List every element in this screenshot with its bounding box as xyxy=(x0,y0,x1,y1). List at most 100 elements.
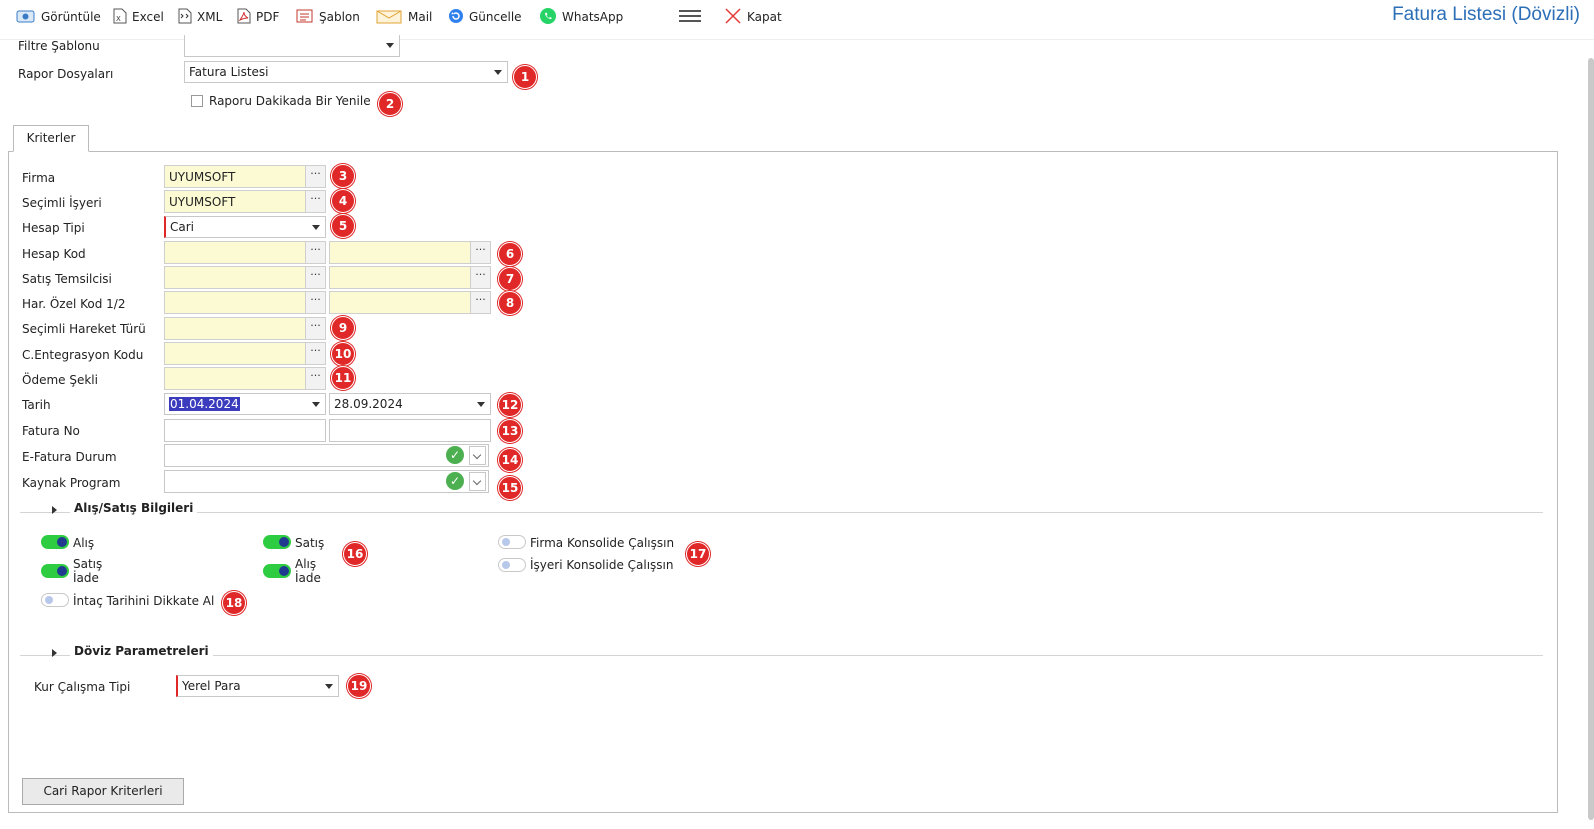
refresh-every-minute-label: Raporu Dakikada Bir Yenile xyxy=(209,94,371,108)
badge-6: 6 xyxy=(498,242,522,266)
intac-toggle[interactable] xyxy=(41,593,69,607)
whatsapp-button[interactable]: WhatsApp xyxy=(539,6,623,28)
badge-7: 7 xyxy=(498,267,522,291)
tarih-to-picker[interactable]: 28.09.2024 xyxy=(329,393,491,415)
badge-4: 4 xyxy=(331,189,355,213)
hesap-kod-from-lookup[interactable]: ··· xyxy=(164,241,326,264)
ellipsis-icon[interactable]: ··· xyxy=(305,368,325,389)
hareket-turu-lookup[interactable]: ··· xyxy=(164,317,326,340)
expand-triangle-icon[interactable] xyxy=(52,506,57,514)
firma-konsolide-toggle[interactable] xyxy=(498,535,526,549)
refresh-every-minute-checkbox[interactable] xyxy=(191,95,203,107)
refresh-icon xyxy=(448,8,464,27)
badge-10: 10 xyxy=(331,342,355,366)
chevron-down-icon[interactable] xyxy=(469,472,486,491)
ellipsis-icon[interactable]: ··· xyxy=(305,292,325,313)
toolbar: Görüntüle X Excel XML PDF Şablon Mail Gü… xyxy=(0,0,1594,40)
badge-3: 3 xyxy=(331,164,355,188)
satis-temsilcisi-to-lookup[interactable]: ··· xyxy=(329,266,491,289)
view-icon xyxy=(16,8,36,27)
tab-criteria[interactable]: Kriterler xyxy=(13,125,89,152)
ellipsis-icon[interactable]: ··· xyxy=(305,267,325,288)
close-button[interactable]: Kapat xyxy=(724,6,782,28)
hesap-tipi-select[interactable]: Cari xyxy=(164,216,326,238)
efatura-multiselect[interactable]: ✓ xyxy=(164,444,489,467)
isyeri-konsolide-toggle[interactable] xyxy=(498,558,526,572)
odeme-label: Ödeme Şekli xyxy=(22,373,98,387)
checkmark-icon[interactable]: ✓ xyxy=(446,446,464,464)
satis-toggle[interactable] xyxy=(263,535,291,549)
badge-18: 18 xyxy=(222,591,246,615)
odeme-lookup[interactable]: ··· xyxy=(164,367,326,390)
kur-value: Yerel Para xyxy=(182,679,241,693)
satis-iade-toggle[interactable] xyxy=(41,564,69,578)
cari-rapor-kriterleri-button[interactable]: Cari Rapor Kriterleri xyxy=(22,778,184,805)
tarih-to-value: 28.09.2024 xyxy=(334,397,403,411)
report-files-label: Rapor Dosyaları xyxy=(18,67,114,81)
hareket-turu-label: Seçimli Hareket Türü xyxy=(22,322,146,336)
fatura-no-from-input[interactable] xyxy=(164,419,326,442)
view-button[interactable]: Görüntüle xyxy=(16,6,101,28)
ellipsis-icon[interactable]: ··· xyxy=(470,292,490,313)
chevron-down-icon[interactable] xyxy=(469,446,486,465)
close-icon xyxy=(724,7,742,28)
vertical-scrollbar[interactable] xyxy=(1588,58,1594,820)
xml-button[interactable]: XML xyxy=(178,6,222,28)
template-label: Şablon xyxy=(319,10,360,24)
hesap-kod-label: Hesap Kod xyxy=(22,247,86,261)
filter-template-select[interactable] xyxy=(184,35,400,57)
mail-label: Mail xyxy=(408,10,433,24)
excel-button[interactable]: X Excel xyxy=(113,6,164,28)
isyeri-konsolide-label: İşyeri Konsolide Çalışsın xyxy=(530,558,674,572)
doviz-section-title[interactable]: Döviz Parametreleri xyxy=(70,644,213,658)
alis-iade-line-2: İade xyxy=(295,571,321,585)
ellipsis-icon[interactable]: ··· xyxy=(305,242,325,263)
close-label: Kapat xyxy=(747,10,782,24)
ellipsis-icon[interactable]: ··· xyxy=(305,166,325,187)
fatura-no-to-input[interactable] xyxy=(329,419,491,442)
kaynak-multiselect[interactable]: ✓ xyxy=(164,470,489,493)
checkmark-icon[interactable]: ✓ xyxy=(446,472,464,490)
refresh-label: Güncelle xyxy=(469,10,522,24)
section-divider xyxy=(20,655,1543,656)
kur-select[interactable]: Yerel Para xyxy=(176,675,339,697)
expand-triangle-icon[interactable] xyxy=(52,649,57,657)
ellipsis-icon[interactable]: ··· xyxy=(470,267,490,288)
satis-temsilcisi-label: Satış Temsilcisi xyxy=(22,272,112,286)
mail-button[interactable]: Mail xyxy=(375,6,432,28)
pdf-button[interactable]: PDF xyxy=(237,6,279,28)
firma-lookup[interactable]: UYUMSOFT ··· xyxy=(164,165,326,188)
alis-satis-section-title[interactable]: Alış/Satış Bilgileri xyxy=(70,501,198,515)
satis-iade-line-1: Satış xyxy=(73,557,103,571)
chevron-down-icon xyxy=(494,70,502,75)
xml-label: XML xyxy=(197,10,223,24)
badge-13: 13 xyxy=(498,419,522,443)
report-files-select[interactable]: Fatura Listesi xyxy=(184,61,508,83)
refresh-button[interactable]: Güncelle xyxy=(448,6,522,28)
ellipsis-icon[interactable]: ··· xyxy=(470,242,490,263)
satis-temsilcisi-from-lookup[interactable]: ··· xyxy=(164,266,326,289)
entegrasyon-lookup[interactable]: ··· xyxy=(164,342,326,365)
hesap-kod-to-lookup[interactable]: ··· xyxy=(329,241,491,264)
har-ozel-kod-1-lookup[interactable]: ··· xyxy=(164,291,326,314)
ellipsis-icon[interactable]: ··· xyxy=(305,191,325,212)
isyeri-lookup[interactable]: UYUMSOFT ··· xyxy=(164,190,326,213)
satis-iade-line-2: İade xyxy=(73,571,99,585)
chevron-down-icon xyxy=(386,43,394,48)
alis-toggle[interactable] xyxy=(41,535,69,549)
alis-iade-toggle[interactable] xyxy=(263,564,291,578)
menu-button[interactable] xyxy=(678,6,707,28)
ellipsis-icon[interactable]: ··· xyxy=(305,318,325,339)
alis-label: Alış xyxy=(73,536,95,550)
tarih-from-picker[interactable]: 01.04.2024 xyxy=(164,393,326,415)
isyeri-value: UYUMSOFT xyxy=(169,195,236,209)
hesap-tipi-label: Hesap Tipi xyxy=(22,221,85,235)
badge-15: 15 xyxy=(498,476,522,500)
hesap-tipi-value: Cari xyxy=(170,220,194,234)
kaynak-label: Kaynak Program xyxy=(22,476,121,490)
chevron-down-icon xyxy=(325,684,333,689)
har-ozel-kod-2-lookup[interactable]: ··· xyxy=(329,291,491,314)
ellipsis-icon[interactable]: ··· xyxy=(305,343,325,364)
entegrasyon-label: C.Entegrasyon Kodu xyxy=(22,348,144,362)
template-button[interactable]: Şablon xyxy=(296,6,360,28)
